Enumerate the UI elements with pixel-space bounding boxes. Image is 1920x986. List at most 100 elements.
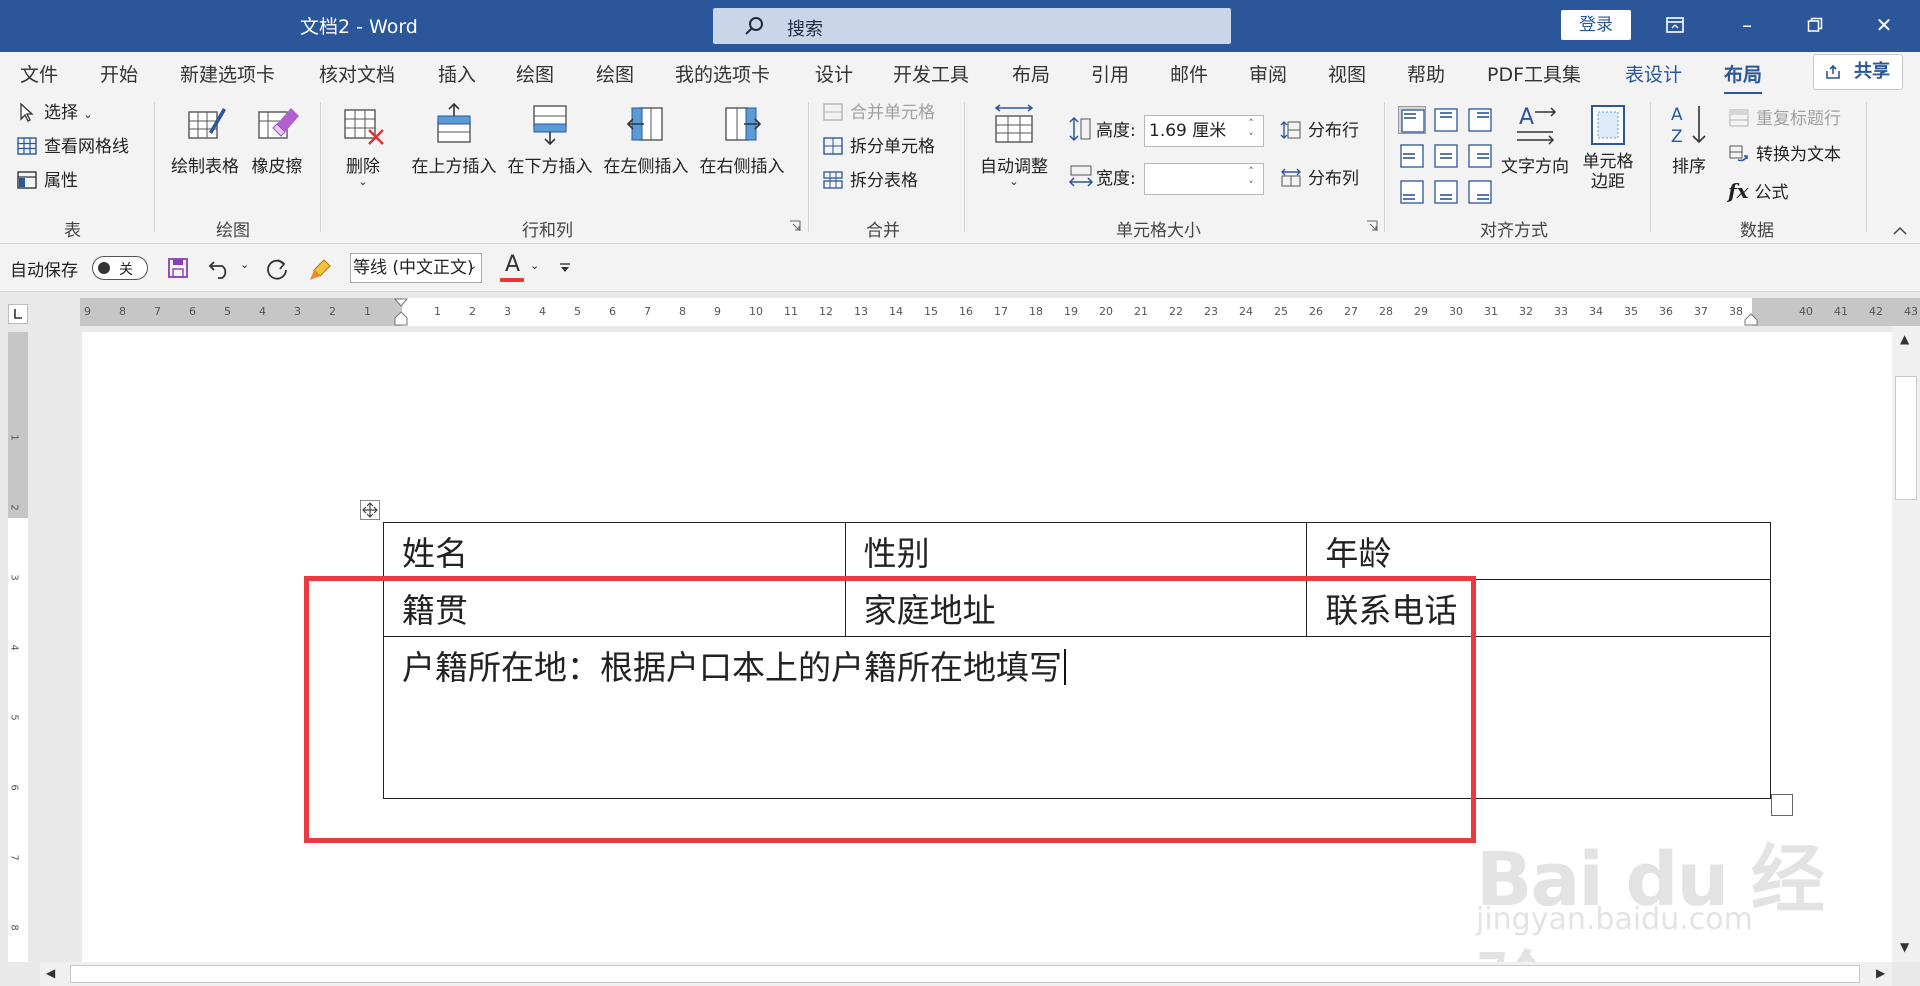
height-spin-up-icon[interactable]: ˄: [1244, 117, 1258, 130]
tab-insert[interactable]: 插入: [438, 60, 476, 87]
scroll-right-icon[interactable]: ▶: [1876, 966, 1885, 980]
share-button[interactable]: 共享: [1813, 54, 1903, 90]
align-middle-left-icon[interactable]: [1398, 142, 1426, 170]
tab-proofing[interactable]: 核对文档: [319, 60, 395, 87]
formula-button[interactable]: fx 公式: [1728, 178, 1789, 204]
tab-developer[interactable]: 开发工具: [893, 60, 969, 87]
align-top-center-icon[interactable]: [1432, 106, 1460, 134]
font-dropdown-icon[interactable]: ⌄: [468, 259, 477, 272]
table-cell[interactable]: 年龄: [1306, 522, 1771, 580]
sort-button[interactable]: AZ 排序: [1664, 102, 1714, 177]
align-top-right-icon[interactable]: [1466, 106, 1494, 134]
distribute-rows-button[interactable]: 分布行: [1280, 118, 1359, 144]
insert-above-button[interactable]: 在上方插入: [408, 102, 500, 177]
align-bottom-center-icon[interactable]: [1432, 178, 1460, 206]
login-button[interactable]: 登录: [1561, 10, 1631, 40]
width-spin-down-icon[interactable]: ˅: [1244, 179, 1258, 192]
insert-left-label: 在左侧插入: [603, 157, 689, 177]
tab-new-tab[interactable]: 新建选项卡: [180, 60, 275, 87]
scroll-up-icon[interactable]: ▲: [1900, 332, 1909, 346]
font-name-select[interactable]: 等线 (中文正文): [350, 253, 482, 283]
search-box[interactable]: 搜索: [713, 8, 1231, 44]
autosave-state: 关: [119, 262, 133, 278]
tab-my-tab[interactable]: 我的选项卡: [675, 60, 770, 87]
collapse-ribbon-icon[interactable]: [1893, 226, 1907, 236]
horizontal-ruler[interactable]: 9 8 7 6 5 4 3 2 1 1 2 3 4 5 6 7 8 9 10 11 12 13 14 15 16 17 18 19 20…: [80, 298, 1920, 326]
split-table-button[interactable]: 拆分表格: [822, 168, 918, 194]
scroll-down-icon[interactable]: ▼: [1900, 940, 1909, 954]
draw-table-button[interactable]: 绘制表格: [168, 102, 242, 177]
autofit-button[interactable]: 自动调整 ⌄: [974, 102, 1054, 187]
text-direction-button[interactable]: A 文字方向: [1498, 102, 1572, 177]
undo-icon[interactable]: [208, 256, 234, 280]
insert-left-button[interactable]: 在左侧插入: [600, 102, 692, 177]
autofit-label: 自动调整: [980, 157, 1048, 177]
tab-layout[interactable]: 布局: [1012, 60, 1050, 87]
format-painter-icon[interactable]: [308, 256, 334, 282]
table-move-handle[interactable]: [360, 500, 380, 520]
tab-view[interactable]: 视图: [1328, 60, 1366, 87]
select-button[interactable]: 选择 ⌄: [16, 100, 93, 126]
tab-references[interactable]: 引用: [1091, 60, 1129, 87]
tab-table-design[interactable]: 表设计: [1625, 60, 1682, 87]
align-middle-center-icon[interactable]: [1432, 142, 1460, 170]
split-cells-button[interactable]: 拆分单元格: [822, 134, 935, 160]
tab-mailings[interactable]: 邮件: [1170, 60, 1208, 87]
delete-button[interactable]: 删除 ⌄: [338, 102, 388, 187]
tab-selector[interactable]: [8, 304, 28, 324]
width-spin-up-icon[interactable]: ˄: [1244, 165, 1258, 178]
customize-qat-icon[interactable]: [558, 262, 572, 274]
merge-cells-button[interactable]: 合并单元格: [822, 100, 935, 126]
view-gridlines-button[interactable]: 查看网格线: [16, 134, 129, 160]
dialog-launcher-icon[interactable]: [1366, 220, 1378, 232]
repeat-header-rows-button[interactable]: 重复标题行: [1728, 106, 1841, 132]
font-color-dropdown-icon[interactable]: ⌄: [530, 259, 539, 272]
convert-to-text-button[interactable]: 转换为文本: [1728, 142, 1841, 168]
ruler-tick-label: 35: [1624, 305, 1638, 318]
tab-help[interactable]: 帮助: [1407, 60, 1445, 87]
ruler-tick-label: 1: [434, 305, 441, 318]
properties-button[interactable]: 属性: [16, 168, 78, 194]
ruler-tick-label: 36: [1659, 305, 1673, 318]
tab-pdf-tools[interactable]: PDF工具集: [1487, 60, 1581, 87]
minimize-icon[interactable]: –: [1727, 8, 1767, 42]
tab-draw-1[interactable]: 绘图: [516, 60, 554, 87]
tab-file[interactable]: 文件: [20, 60, 58, 87]
distribute-columns-button[interactable]: 分布列: [1280, 166, 1359, 192]
align-bottom-right-icon[interactable]: [1466, 178, 1494, 206]
align-middle-right-icon[interactable]: [1466, 142, 1494, 170]
table-cell[interactable]: 姓名: [383, 522, 846, 580]
insert-right-button[interactable]: 在右侧插入: [696, 102, 788, 177]
indent-marker-icon[interactable]: [394, 298, 408, 326]
cell-margins-button[interactable]: 单元格 边距: [1578, 102, 1638, 192]
undo-dropdown-icon[interactable]: ⌄: [240, 258, 249, 271]
autosave-toggle[interactable]: 关: [92, 256, 148, 280]
formula-label: 公式: [1754, 183, 1789, 203]
scroll-left-icon[interactable]: ◀: [46, 966, 55, 980]
horizontal-scrollbar[interactable]: ◀ ▶: [40, 962, 1892, 986]
align-top-left-icon[interactable]: [1398, 106, 1426, 134]
tab-table-layout[interactable]: 布局: [1724, 60, 1763, 95]
dialog-launcher-icon[interactable]: [789, 220, 801, 232]
horizontal-scroll-thumb[interactable]: [70, 965, 1860, 983]
tab-home[interactable]: 开始: [100, 60, 138, 87]
height-spin-down-icon[interactable]: ˅: [1244, 131, 1258, 144]
vertical-ruler[interactable]: 1 2 3 4 5 6 7 8: [8, 332, 28, 962]
save-icon[interactable]: [166, 256, 190, 280]
eraser-button[interactable]: 橡皮擦: [248, 102, 306, 177]
tab-design[interactable]: 设计: [815, 60, 853, 87]
tab-review[interactable]: 审阅: [1249, 60, 1287, 87]
close-icon[interactable]: ✕: [1864, 8, 1904, 42]
font-color-icon[interactable]: A: [500, 252, 526, 284]
tab-draw-2[interactable]: 绘图: [596, 60, 634, 87]
table-cell[interactable]: 性别: [844, 522, 1308, 580]
ribbon-display-options-icon[interactable]: [1655, 8, 1695, 42]
right-indent-marker-icon[interactable]: [1744, 312, 1758, 326]
restore-icon[interactable]: [1795, 8, 1835, 42]
redo-icon[interactable]: [264, 256, 290, 282]
vertical-scrollbar[interactable]: ▲ ▼: [1892, 326, 1920, 962]
vertical-scroll-thumb[interactable]: [1895, 376, 1917, 500]
svg-text:Z: Z: [1671, 127, 1683, 146]
insert-below-button[interactable]: 在下方插入: [504, 102, 596, 177]
align-bottom-left-icon[interactable]: [1398, 178, 1426, 206]
